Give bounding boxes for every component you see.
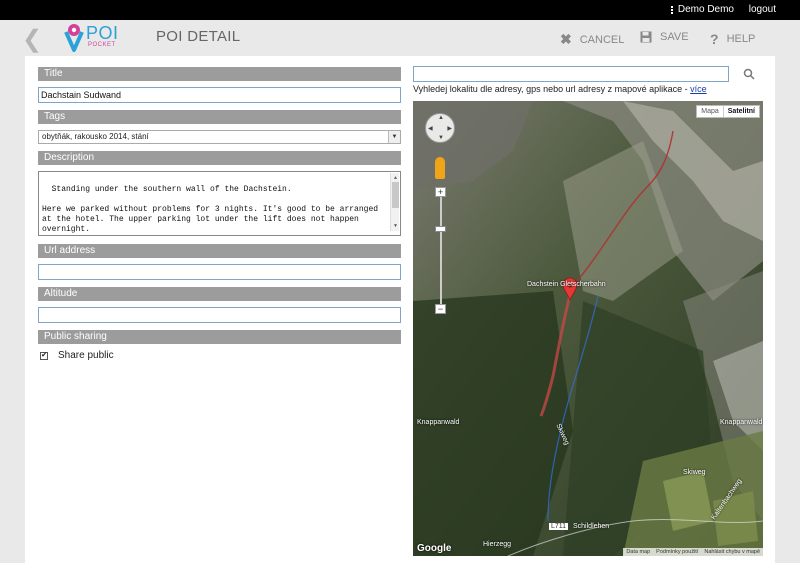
public-sharing-label: Public sharing [38,330,401,344]
report-error-link[interactable]: Nahlásit chybu v mapě [701,548,763,556]
more-link[interactable]: více [690,84,707,94]
altitude-label: Altitude [38,287,401,301]
map-label-skiweg-right: Skiweg [683,469,706,476]
zoom-slider-track[interactable] [440,193,442,311]
search-hint-text: Vyhledej lokalitu dle adresy, gps nebo u… [413,84,691,94]
textarea-scrollbar[interactable]: ▲ ▼ [390,173,399,231]
share-public-row: ✔ Share public [40,350,114,361]
tags-value: obytňák, rakousko 2014, stání [42,132,149,141]
logo-text: POI [86,23,119,43]
pan-down-icon[interactable]: ▼ [438,135,444,141]
satellite-map[interactable]: ✕✕ Mapa Satelitní ▲ ▼ ◀ ▶ + − Dachstein … [413,101,763,556]
description-textarea[interactable]: Standing under the southern wall of the … [38,171,401,236]
floppy-disk-icon [640,31,652,43]
zoom-out-button[interactable]: − [435,304,446,314]
back-chevron-icon[interactable]: ❮ [22,25,42,54]
zoom-slider-handle[interactable] [435,226,446,232]
question-mark-icon: ? [710,31,719,47]
tags-select[interactable]: obytňák, rakousko 2014, stání ▼ [38,130,401,144]
url-label: Url address [38,244,401,258]
page-title: POI DETAIL [156,28,241,45]
url-field[interactable] [38,264,401,280]
title-field[interactable]: Dachstain Sudwand [38,87,401,103]
pan-control[interactable]: ▲ ▼ ◀ ▶ [425,113,455,143]
help-button[interactable]: ? HELP [710,31,755,47]
tags-label: Tags [38,110,401,124]
help-label: HELP [726,33,756,45]
app-logo: POI POCKET [62,22,118,54]
map-type-map[interactable]: Mapa [697,106,723,117]
map-label-knappanwald-left: Knappanwald [417,419,460,426]
close-icon: ✖ [560,31,572,47]
search-hint: Vyhledej lokalitu dle adresy, gps nebo u… [413,84,707,94]
pan-right-icon[interactable]: ▶ [447,125,452,132]
satellite-imagery [413,101,763,556]
map-attribution: Data map Podmínky použití Nahlásit chybu… [623,548,763,556]
scrollbar-thumb[interactable] [392,182,399,208]
user-name: Demo Demo [677,4,734,15]
header: ❮ POI POCKET POI DETAIL ✖ CANCEL SAVE ? … [0,20,800,56]
map-label-hierzegg: Hierzegg [483,541,512,548]
terms-of-use-link[interactable]: Podmínky použití [653,548,701,556]
map-data-text: Data map [626,549,651,555]
logout-link[interactable]: logout [749,4,776,15]
description-label: Description [38,151,401,165]
pan-up-icon[interactable]: ▲ [438,115,444,121]
cancel-button[interactable]: ✖ CANCEL [560,31,624,48]
zoom-in-button[interactable]: + [435,187,446,197]
share-public-checkbox[interactable]: ✔ [40,351,48,360]
user-menu-icon [670,5,673,14]
pan-left-icon[interactable]: ◀ [428,125,433,132]
save-label: SAVE [660,31,689,43]
google-logo: Google [417,543,452,554]
map-type-satellite[interactable]: Satelitní [722,106,759,117]
map-pin-logo-icon [64,24,84,52]
top-bar: Demo Demo logout [0,0,800,20]
dropdown-arrow-icon[interactable]: ▼ [388,131,400,143]
map-label-dachstein: Dachstein Gletscherbahn [527,281,606,288]
cancel-label: CANCEL [579,33,625,46]
save-button[interactable]: SAVE [640,31,689,43]
road-badge-l711: L711 [549,523,569,530]
map-label-schildlehen: Schildlehen [573,523,610,530]
altitude-field[interactable] [38,307,401,323]
title-label: Title [38,67,401,81]
user-menu[interactable]: Demo Demo [670,4,734,15]
logo-subtext: POCKET [88,42,116,48]
map-label-knappanwald-right: Knappanwald [720,419,763,426]
location-search-input[interactable] [413,66,729,82]
share-public-label: Share public [58,350,114,361]
search-icon[interactable] [743,68,755,80]
map-type-switch[interactable]: Mapa Satelitní [696,105,760,118]
street-view-pegman-icon[interactable] [435,157,445,179]
description-text: Standing under the southern wall of the … [42,185,379,234]
scroll-down-icon[interactable]: ▼ [391,221,400,231]
